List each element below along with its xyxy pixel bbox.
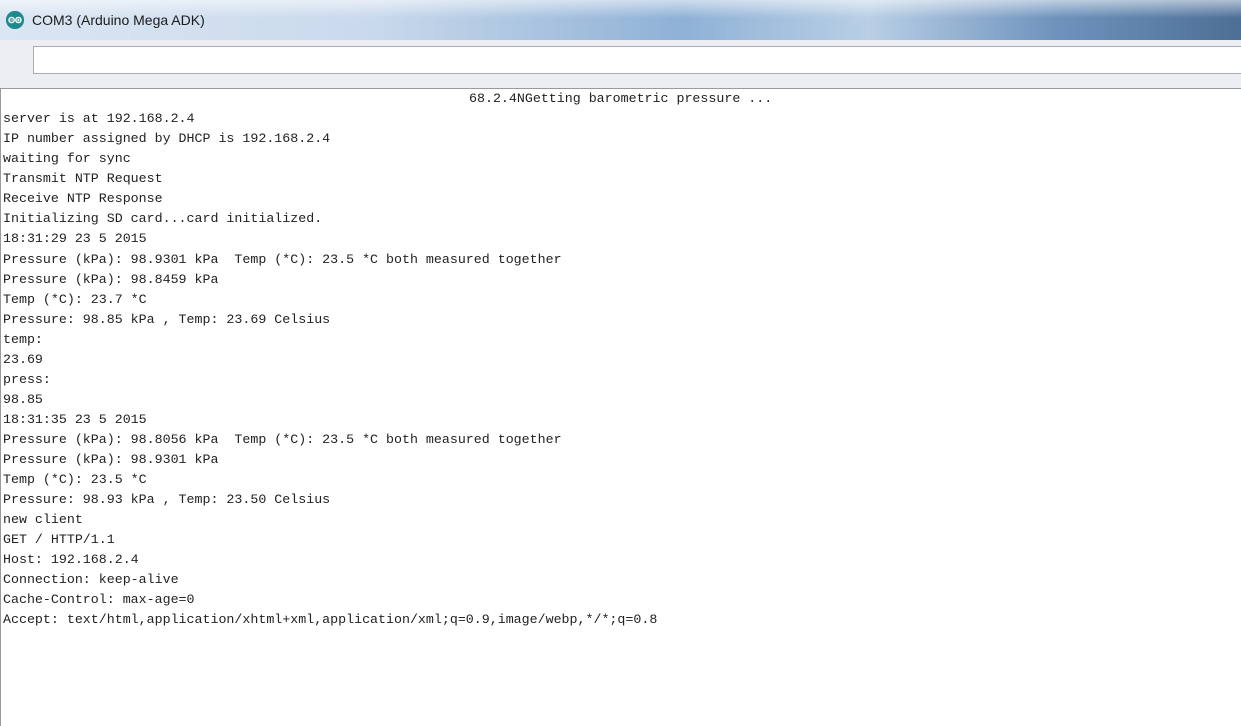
serial-line: press: (3, 372, 51, 387)
serial-line: Pressure (kPa): 98.8459 kPa (3, 272, 219, 287)
serial-output[interactable]: 68.2.4NGetting barometric pressure ... se… (0, 88, 1241, 726)
serial-line: 18:31:29 23 5 2015 (3, 231, 147, 246)
serial-line: IP number assigned by DHCP is 192.168.2.… (3, 131, 331, 146)
window-title: COM3 (Arduino Mega ADK) (32, 12, 205, 28)
serial-line: Host: 192.168.2.4 (3, 552, 139, 567)
serial-line: Pressure: 98.85 kPa , Temp: 23.69 Celsiu… (3, 312, 331, 327)
serial-line: Pressure (kPa): 98.9301 kPa (3, 452, 219, 467)
serial-line: new client (3, 512, 83, 527)
serial-line: Temp (*C): 23.7 *C (3, 292, 147, 307)
serial-line: Temp (*C): 23.5 *C (3, 472, 147, 487)
arduino-icon (6, 11, 24, 29)
serial-line: Receive NTP Response (3, 191, 163, 206)
serial-line: temp: (3, 332, 43, 347)
serial-line: Initializing SD card...card initialized. (3, 211, 323, 226)
serial-line: Accept: text/html,application/xhtml+xml,… (3, 612, 658, 627)
send-input[interactable] (33, 46, 1241, 74)
title-bar[interactable]: COM3 (Arduino Mega ADK) (0, 0, 1241, 40)
serial-line: 68.2.4NGetting barometric pressure ... (469, 91, 773, 106)
serial-monitor-window: COM3 (Arduino Mega ADK) 68.2.4NGetting b… (0, 0, 1241, 726)
serial-line: Connection: keep-alive (3, 572, 179, 587)
serial-line: waiting for sync (3, 151, 131, 166)
serial-line: Transmit NTP Request (3, 171, 163, 186)
serial-line: GET / HTTP/1.1 (3, 532, 115, 547)
serial-line: server is at 192.168.2.4 (3, 111, 195, 126)
serial-line: Cache-Control: max-age=0 (3, 592, 195, 607)
serial-line: Pressure (kPa): 98.9301 kPa Temp (*C): 2… (3, 252, 562, 267)
serial-line: 18:31:35 23 5 2015 (3, 412, 147, 427)
serial-line: 98.85 (3, 392, 43, 407)
serial-line: Pressure (kPa): 98.8056 kPa Temp (*C): 2… (3, 432, 562, 447)
serial-line: Pressure: 98.93 kPa , Temp: 23.50 Celsiu… (3, 492, 331, 507)
send-bar (0, 40, 1241, 88)
serial-line: 23.69 (3, 352, 43, 367)
